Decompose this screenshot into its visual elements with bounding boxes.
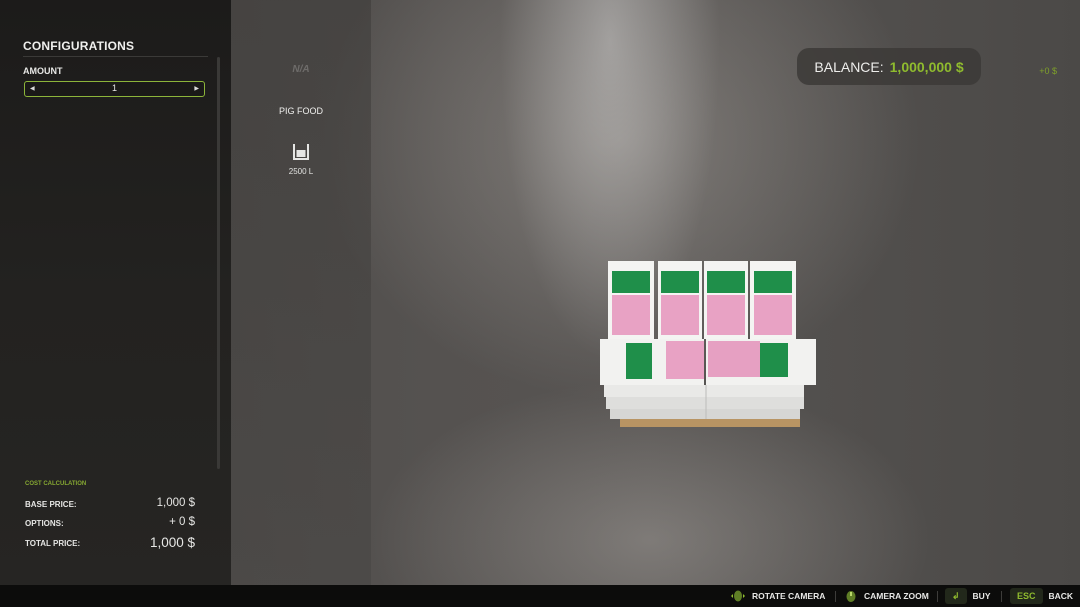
esc-key: ESC bbox=[1010, 588, 1043, 604]
pig-feed-pallet-model bbox=[600, 261, 816, 427]
configurations-title: CONFIGURATIONS bbox=[23, 39, 135, 53]
balance-badge: BALANCE: 1,000,000 $ bbox=[797, 48, 981, 85]
options-label: OPTIONS: bbox=[25, 519, 64, 528]
buy-label: BUY bbox=[972, 591, 991, 601]
base-price-label: BASE PRICE: bbox=[25, 500, 77, 509]
hint-back[interactable]: ESC BACK bbox=[1010, 585, 1073, 607]
amount-stepper[interactable]: ◀ 1 ▶ bbox=[24, 81, 205, 97]
hint-camera-zoom[interactable]: CAMERA ZOOM bbox=[844, 585, 929, 607]
amount-price-delta: +0 $ bbox=[1039, 66, 1057, 76]
footer-separator bbox=[937, 591, 938, 602]
lower-bag-layers bbox=[604, 385, 804, 419]
camera-zoom-label: CAMERA ZOOM bbox=[864, 591, 929, 601]
top-bag-layer bbox=[608, 261, 796, 339]
mouse-rotate-icon bbox=[731, 590, 745, 602]
mouse-zoom-icon bbox=[846, 591, 856, 602]
amount-label: AMOUNT bbox=[23, 66, 63, 76]
product-info-panel bbox=[231, 0, 371, 585]
balance-value: 1,000,000 $ bbox=[889, 58, 964, 75]
footer-separator bbox=[835, 591, 836, 602]
product-name: PIG FOOD bbox=[278, 106, 323, 116]
controls-footer: ROTATE CAMERA CAMERA ZOOM ↲ BUY ESC BACK bbox=[0, 585, 1080, 607]
hint-buy[interactable]: ↲ BUY bbox=[945, 585, 991, 607]
config-scrollbar[interactable] bbox=[217, 57, 220, 469]
brand-logo-placeholder: N/A bbox=[292, 64, 310, 75]
middle-bag-layer bbox=[600, 339, 816, 385]
total-price-value: 1,000 $ bbox=[149, 535, 195, 550]
container-fill-icon bbox=[293, 144, 309, 160]
back-label: BACK bbox=[1048, 591, 1074, 601]
footer-separator bbox=[1001, 591, 1002, 602]
enter-key-icon: ↲ bbox=[945, 588, 967, 604]
rotate-camera-label: ROTATE CAMERA bbox=[752, 591, 826, 601]
title-divider bbox=[23, 56, 208, 57]
hint-rotate-camera[interactable]: ROTATE CAMERA bbox=[730, 585, 825, 607]
capacity-value: 2500 L bbox=[288, 167, 314, 176]
options-value: + 0 $ bbox=[169, 516, 195, 528]
balance-label: BALANCE: bbox=[814, 58, 884, 75]
base-price-value: 1,000 $ bbox=[156, 497, 195, 509]
arrow-right-icon[interactable]: ▶ bbox=[194, 85, 199, 93]
total-price-label: TOTAL PRICE: bbox=[25, 539, 81, 548]
amount-value: 1 bbox=[111, 83, 117, 93]
cost-calculation-title: COST CALCULATION bbox=[25, 481, 87, 487]
